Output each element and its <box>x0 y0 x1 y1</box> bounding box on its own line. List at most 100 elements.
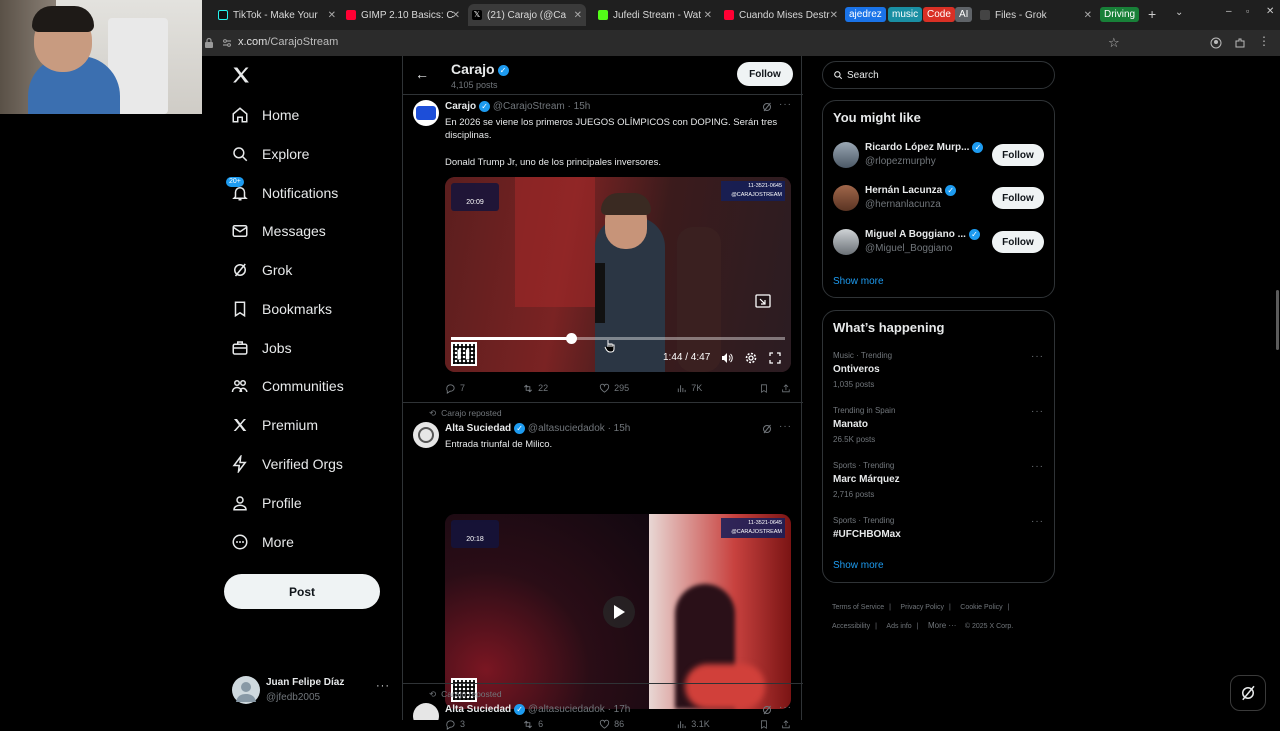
tweet-handle[interactable]: @CarajoStream <box>493 101 565 112</box>
trend-item[interactable]: Sports · Trending #UFCHBOMax ··· <box>823 516 1054 546</box>
tweet-time[interactable]: · 15h <box>608 423 631 434</box>
footer-link-cookies[interactable]: Cookie Policy <box>960 604 1002 611</box>
more-dots-icon[interactable]: ··· <box>376 680 390 692</box>
grok-icon[interactable] <box>761 101 773 113</box>
pause-icon[interactable]: ❚❚ <box>455 349 472 360</box>
views-button[interactable]: 7K <box>676 383 759 394</box>
sidebar-item-notifications[interactable]: 20+ Notifications <box>226 177 338 208</box>
account-icon[interactable] <box>1210 37 1222 49</box>
picture-in-picture-icon[interactable] <box>755 293 771 309</box>
sidebar-item-premium[interactable]: Premium <box>230 410 318 440</box>
tab-group-ai[interactable]: AI <box>955 7 973 22</box>
fullscreen-icon[interactable] <box>769 352 781 364</box>
repost-button[interactable]: 6 <box>522 719 599 730</box>
tweet-author[interactable]: Alta Suciedad <box>445 423 511 434</box>
tweet[interactable]: ⟲ Carajo reposted Alta Suciedad ✓ @altasuc… <box>403 403 803 730</box>
video-player[interactable]: 20:18 11-3521-0645 @CARAJOSTREAM <box>445 514 791 709</box>
repost-button[interactable]: 22 <box>522 383 599 394</box>
sidebar-item-home[interactable]: Home <box>230 100 299 130</box>
follow-button[interactable]: Follow <box>992 231 1044 253</box>
browser-tab-youtube[interactable]: Cuando Mises Destr ✕ <box>724 4 838 26</box>
play-button[interactable] <box>603 596 635 628</box>
reply-button[interactable]: 7 <box>445 383 522 394</box>
show-more-link[interactable]: Show more <box>833 560 884 571</box>
browser-tab-carajo[interactable]: 𝕏 (21) Carajo (@Ca ✕ <box>468 4 586 26</box>
gear-icon[interactable] <box>745 352 757 364</box>
tab-group-ajedrez[interactable]: ajedrez <box>845 7 886 22</box>
footer-link-ads-info[interactable]: Ads info <box>886 623 911 630</box>
follow-button[interactable]: Follow <box>992 144 1044 166</box>
tweet-author[interactable]: Carajo <box>445 101 476 112</box>
sidebar-item-communities[interactable]: Communities <box>230 371 344 401</box>
sidebar-item-messages[interactable]: Messages <box>230 216 326 246</box>
account-switcher[interactable]: Juan Felipe Díaz @jfedb2005 ··· <box>230 674 400 708</box>
browser-tab-tiktok[interactable]: TikTok - Make Your ✕ <box>218 4 336 26</box>
tweet-handle[interactable]: @altasuciedadok <box>528 423 605 434</box>
video-scrubber[interactable] <box>451 333 785 344</box>
close-icon[interactable]: ✕ <box>1084 10 1092 21</box>
back-arrow-icon[interactable]: ← <box>415 66 429 82</box>
page-scrollbar[interactable] <box>1276 290 1279 350</box>
menu-kebab-icon[interactable]: ⋮ <box>1258 34 1270 48</box>
close-icon[interactable]: ✕ <box>704 10 712 21</box>
sidebar-item-explore[interactable]: Explore <box>230 139 309 169</box>
new-tab-icon[interactable]: + <box>1148 6 1156 22</box>
tab-group-driving[interactable]: Driving <box>1100 7 1140 22</box>
suggestion-item[interactable]: Miguel A Boggiano ... ✓ @Miguel_Boggiano … <box>823 224 1054 262</box>
sidebar-item-grok[interactable]: Grok <box>230 255 292 285</box>
url-text[interactable]: x.com/CarajoStream <box>238 36 338 48</box>
trend-more-icon[interactable]: ··· <box>1031 461 1044 472</box>
tweet-more-icon[interactable]: ··· <box>779 421 792 432</box>
volume-icon[interactable] <box>721 352 733 364</box>
trend-item[interactable]: Music · Trending Ontiveros 1,035 posts ·… <box>823 351 1054 391</box>
browser-url-bar[interactable]: x.com/CarajoStream ☆ ⋮ <box>200 30 1280 56</box>
minimize-icon[interactable]: – <box>1226 6 1232 17</box>
maximize-icon[interactable]: ▫ <box>1246 6 1249 16</box>
tweet-time[interactable]: · 17h <box>608 704 631 715</box>
tab-group-music[interactable]: music <box>888 7 923 22</box>
sidebar-item-bookmarks[interactable]: Bookmarks <box>230 294 332 324</box>
grok-floating-button[interactable] <box>1230 675 1266 711</box>
trend-more-icon[interactable]: ··· <box>1031 351 1044 362</box>
bookmark-icon[interactable] <box>759 383 769 394</box>
sidebar-item-more[interactable]: More <box>230 527 294 557</box>
x-logo-icon[interactable] <box>231 65 251 85</box>
close-icon[interactable]: ✕ <box>830 10 838 21</box>
tweet[interactable]: ⟲ Carajo reposted Alta Suciedad ✓ @altasuc… <box>403 684 803 720</box>
footer-link-accessibility[interactable]: Accessibility <box>832 623 870 630</box>
like-button[interactable]: 295 <box>599 383 676 394</box>
footer-link-more[interactable]: More ··· <box>928 621 956 630</box>
trend-more-icon[interactable]: ··· <box>1031 406 1044 417</box>
chevron-down-icon[interactable]: ⌄ <box>1175 7 1183 18</box>
trend-more-icon[interactable]: ··· <box>1031 516 1044 527</box>
show-more-link[interactable]: Show more <box>833 276 884 287</box>
follow-button[interactable]: Follow <box>737 62 793 86</box>
grok-icon[interactable] <box>761 704 773 716</box>
suggestion-item[interactable]: Ricardo López Murp... ✓ @rlopezmurphy Fol… <box>823 137 1054 175</box>
tweet-more-icon[interactable]: ··· <box>779 99 792 110</box>
tab-group-code[interactable]: Code <box>923 7 955 22</box>
grok-icon[interactable] <box>761 423 773 435</box>
footer-link-privacy[interactable]: Privacy Policy <box>900 604 944 611</box>
footer-link-terms[interactable]: Terms of Service <box>832 604 884 611</box>
close-icon[interactable]: ✕ <box>574 10 582 21</box>
follow-button[interactable]: Follow <box>992 187 1044 209</box>
tweet-time[interactable]: · 15h <box>568 101 591 112</box>
tweet-more-icon[interactable]: ··· <box>779 702 792 713</box>
views-button[interactable]: 3.1K <box>676 719 759 730</box>
share-icon[interactable] <box>781 719 791 730</box>
tweet-handle[interactable]: @altasuciedadok <box>528 704 605 715</box>
trend-item[interactable]: Trending in Spain Manato 26.5K posts ··· <box>823 406 1054 446</box>
video-player[interactable]: 20:09 11-3521-0645 @CARAJOSTREAM ❚❚ 1:44… <box>445 177 791 372</box>
sidebar-item-jobs[interactable]: Jobs <box>230 333 292 363</box>
suggestion-item[interactable]: Hernán Lacunza ✓ @hernanlacunza Follow <box>823 180 1054 218</box>
browser-tab-grok[interactable]: Files - Grok ✕ <box>980 4 1092 26</box>
sidebar-item-verified-orgs[interactable]: Verified Orgs <box>230 449 343 479</box>
close-icon[interactable]: ✕ <box>328 10 336 21</box>
trend-item[interactable]: Sports · Trending Marc Márquez 2,716 pos… <box>823 461 1054 501</box>
extensions-icon[interactable] <box>1234 37 1246 49</box>
like-button[interactable]: 86 <box>599 719 676 730</box>
star-icon[interactable]: ☆ <box>1108 35 1120 51</box>
site-settings-icon[interactable] <box>222 38 232 48</box>
share-icon[interactable] <box>781 383 791 394</box>
